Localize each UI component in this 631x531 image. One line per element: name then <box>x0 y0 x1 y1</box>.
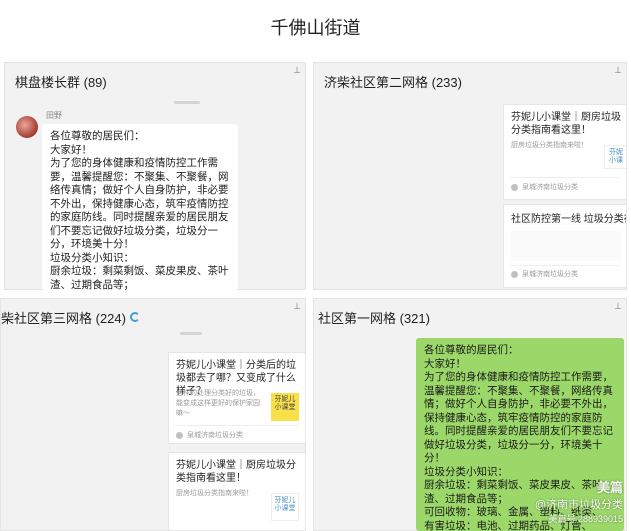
pin-icon[interactable]: ⊥ <box>614 301 622 312</box>
watermark: 美篇 @济南市垃圾分类 美篇号 288939015 <box>535 477 623 525</box>
card-divider <box>175 425 299 426</box>
watermark-id: 美篇号 288939015 <box>548 514 623 524</box>
link-card[interactable]: 芬妮儿小课堂｜分类后的垃圾都去了哪？又变成了什么样子？ 这样的处理分类好的垃圾，… <box>168 352 306 444</box>
chat-panel-title: 社区第一网格 (321) <box>318 310 430 326</box>
card-title: 芬妮儿小课堂｜厨房垃圾分类指南看这里！ <box>511 112 621 136</box>
page-title: 千佛山街道 <box>270 18 361 38</box>
card-image-placeholder <box>511 231 621 261</box>
card-source: 泉城济南垃圾分类 <box>511 269 578 279</box>
card-divider <box>510 177 620 178</box>
watermark-brand: 美篇 <box>596 480 623 495</box>
source-icon <box>511 183 518 191</box>
card-thumbnail: 芬妮 小课 <box>604 145 626 169</box>
card-desc: 这样的处理分类好的垃圾，能变成这样更好的保护家园嘛～ <box>176 390 260 417</box>
chat-message-bubble[interactable]: 各位尊敬的居民们： 大家好！ 为了您的身体健康和疫情防控工作需要，温馨提醒您：不… <box>42 124 238 290</box>
chat-panel-header: 柴社区第三网格 (224) <box>1 299 305 335</box>
time-divider <box>180 332 202 335</box>
card-divider <box>510 265 620 266</box>
card-title: 芬妮儿小课堂｜厨房垃圾分类指南看这里！ <box>176 460 296 484</box>
avatar[interactable] <box>16 116 38 138</box>
card-source: 泉城济南垃圾分类 <box>511 182 578 192</box>
watermark-account: @济南市垃圾分类 <box>534 499 623 511</box>
card-title: 社区防控第一线 垃圾分类在行动 <box>511 214 626 225</box>
link-card[interactable]: 芬妮儿小课堂｜厨房垃圾分类指南看这里！ 厨房垃圾分类指南来啦！ 芬妮 小课 泉城… <box>503 104 627 200</box>
sender-name: 田野 <box>46 111 62 120</box>
chat-panel-title: 柴社区第三网格 (224) <box>1 310 126 326</box>
pin-icon[interactable]: ⊥ <box>293 301 301 312</box>
pin-icon[interactable]: ⊥ <box>614 65 622 76</box>
card-thumbnail: 芬妮儿 小课堂 <box>271 393 299 421</box>
source-icon <box>511 270 518 278</box>
chat-panel-title: 棋盘楼长群 (89) <box>15 74 107 90</box>
card-desc: 厨房垃圾分类指南来啦！ <box>511 142 588 149</box>
source-icon <box>176 431 183 439</box>
chat-panel-title: 济柴社区第二网格 (233) <box>324 74 462 90</box>
link-card[interactable]: 社区防控第一线 垃圾分类在行动 泉城济南垃圾分类 <box>503 204 627 288</box>
loading-spinner-icon <box>129 312 140 322</box>
card-source: 泉城济南垃圾分类 <box>176 430 243 440</box>
card-desc: 厨房垃圾分类指南来啦！ <box>176 490 253 497</box>
link-card[interactable]: 芬妮儿小课堂｜厨房垃圾分类指南看这里！ 厨房垃圾分类指南来啦！ 芬妮儿 小课堂 <box>168 452 306 531</box>
card-thumbnail: 芬妮儿 小课堂 <box>271 493 299 521</box>
pin-icon[interactable]: ⊥ <box>293 65 301 76</box>
time-divider <box>174 101 200 104</box>
